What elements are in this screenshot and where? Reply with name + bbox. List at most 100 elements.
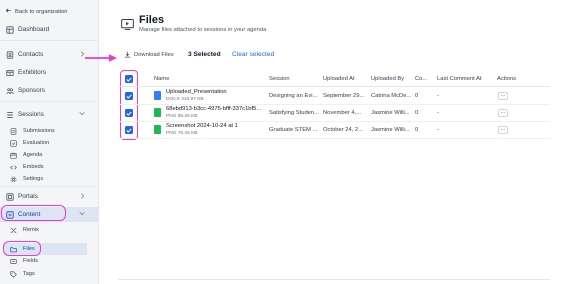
clear-selected-link[interactable]: Clear selected: [232, 51, 274, 58]
file-comment-count: 0: [415, 127, 419, 133]
download-files-label: Download Files: [134, 52, 174, 58]
row-actions-button[interactable]: ···: [498, 126, 508, 134]
sidebar-item-label: Dashboard: [18, 26, 50, 33]
file-comment-count: 0: [415, 93, 419, 99]
file-meta: PNG 95.25 KB: [166, 114, 198, 119]
sidebar-item-portals[interactable]: Portals: [0, 189, 99, 204]
file-session: Satisfying Studen...: [269, 110, 319, 116]
more-icon: ···: [500, 109, 506, 116]
sidebar-item-sponsors[interactable]: Sponsors: [0, 83, 99, 98]
sidebar-item-label: Evaluation: [23, 140, 50, 146]
sidebar-item-submissions[interactable]: Submissions: [0, 125, 99, 137]
chevron-right-icon: [80, 192, 85, 201]
file-meta: PNG 75.45 KB: [166, 131, 198, 136]
sidebar-item-label: Exhibitors: [18, 69, 47, 76]
file-last-comment-at: -: [437, 127, 439, 133]
sidebar-item-label: Contacts: [18, 51, 44, 58]
tag-icon: [10, 270, 17, 278]
row-checkbox[interactable]: [125, 126, 133, 134]
sidebar-divider: [0, 186, 99, 187]
row-divider: [118, 138, 550, 139]
file-uploaded-by: Jasmine Willi...: [371, 110, 410, 116]
dashboard-icon: [5, 25, 14, 34]
download-files-button[interactable]: Download Files: [121, 49, 177, 61]
sidebar-item-settings[interactable]: Settings: [0, 173, 99, 185]
gear-icon: [10, 176, 17, 183]
file-name[interactable]: Uploaded_Presentation: [166, 89, 227, 95]
arrow-left-icon: [5, 7, 12, 16]
png-file-icon: [154, 108, 161, 117]
table-bottom-border: [118, 279, 550, 280]
column-header-last-comment-at[interactable]: Last Comment At: [437, 76, 481, 82]
file-name[interactable]: Screenshot 2024-10-24 at 1: [166, 123, 238, 129]
sidebar-item-tags[interactable]: Tags: [0, 268, 99, 280]
sidebar-item-sessions[interactable]: Sessions: [0, 107, 99, 122]
sidebar-item-label: Submissions: [23, 128, 55, 134]
folder-icon: [10, 246, 17, 253]
sidebar-item-content[interactable]: Content: [0, 207, 99, 222]
more-icon: ···: [500, 92, 506, 99]
sidebar-item-dashboard[interactable]: Dashboard: [0, 22, 99, 37]
column-header-comments[interactable]: Co...: [415, 76, 427, 82]
evaluation-icon: [10, 139, 17, 147]
sidebar-divider: [0, 40, 99, 41]
sidebar-item-label: Settings: [23, 176, 44, 182]
column-header-actions: Actions: [497, 76, 517, 82]
download-icon: [124, 51, 131, 60]
select-all-checkbox[interactable]: [125, 75, 133, 83]
sidebar-item-label: Tags: [23, 271, 35, 277]
file-uploaded-at: October 24, 2...: [323, 127, 363, 133]
row-actions-button[interactable]: ···: [498, 109, 508, 117]
file-name[interactable]: 68ebd913-b3cc-4975-bfff-337c1bf5...: [166, 106, 261, 112]
column-header-uploaded-at[interactable]: Uploaded At: [323, 76, 355, 82]
chevron-down-icon: [79, 111, 85, 118]
portals-icon: [5, 192, 14, 201]
sidebar-item-label: Agenda: [23, 152, 43, 158]
sidebar-item-label: Portals: [18, 193, 38, 200]
row-checkbox[interactable]: [125, 92, 133, 100]
pink-arrow-annotation: [85, 50, 119, 68]
file-uploaded-at: September 29...: [323, 93, 365, 99]
file-last-comment-at: -: [437, 93, 439, 99]
fields-icon: [10, 258, 17, 265]
row-checkbox[interactable]: [125, 109, 133, 117]
sidebar-item-label: Sessions: [18, 111, 44, 118]
file-session: Designing an Evi...: [269, 93, 318, 99]
sidebar-item-fields[interactable]: Fields: [0, 255, 99, 267]
column-header-uploaded-by[interactable]: Uploaded By: [371, 76, 404, 82]
sidebar-item-evaluation[interactable]: Evaluation: [0, 137, 99, 149]
back-to-organization-link[interactable]: Back to organization: [5, 7, 68, 16]
sidebar-item-label: Embeds: [23, 164, 44, 170]
sidebar-item-files[interactable]: Files: [4, 243, 87, 255]
file-session: Graduate STEM ...: [269, 127, 318, 133]
row-actions-button[interactable]: ···: [498, 92, 508, 100]
code-icon: [10, 164, 17, 171]
row-divider: [118, 121, 550, 122]
page-subtitle: Manage files attached to sessions in you…: [139, 27, 267, 33]
file-last-comment-at: -: [437, 110, 439, 116]
shuffle-icon: [10, 227, 17, 234]
sidebar-item-remix[interactable]: Remix: [0, 224, 99, 236]
sidebar-item-label: Content: [18, 211, 41, 218]
sponsors-icon: [5, 86, 14, 95]
file-uploaded-by: Catrina McDe...: [371, 93, 412, 99]
sidebar-item-label: Sponsors: [18, 87, 45, 94]
table-header-divider: [118, 86, 550, 87]
back-label: Back to organization: [15, 8, 68, 15]
sidebar: Back to organization Dashboard Contacts …: [0, 0, 99, 284]
row-divider: [118, 104, 550, 105]
file-comment-count: 0: [415, 110, 419, 116]
content-icon: [5, 210, 14, 219]
sessions-icon: [5, 110, 14, 119]
sidebar-item-embeds[interactable]: Embeds: [0, 161, 99, 173]
column-header-session[interactable]: Session: [269, 76, 290, 82]
file-uploaded-by: Jasmine Willi...: [371, 127, 410, 133]
sidebar-item-agenda[interactable]: Agenda: [0, 149, 99, 161]
sidebar-item-label: Files: [23, 246, 35, 252]
chevron-down-icon: [79, 211, 85, 218]
docx-file-icon: [154, 91, 161, 100]
sidebar-item-label: Fields: [23, 258, 38, 264]
column-header-name[interactable]: Name: [154, 76, 169, 82]
file-uploaded-at: November 4,...: [323, 110, 362, 116]
file-meta: DOCX 316.97 KB: [166, 97, 204, 102]
